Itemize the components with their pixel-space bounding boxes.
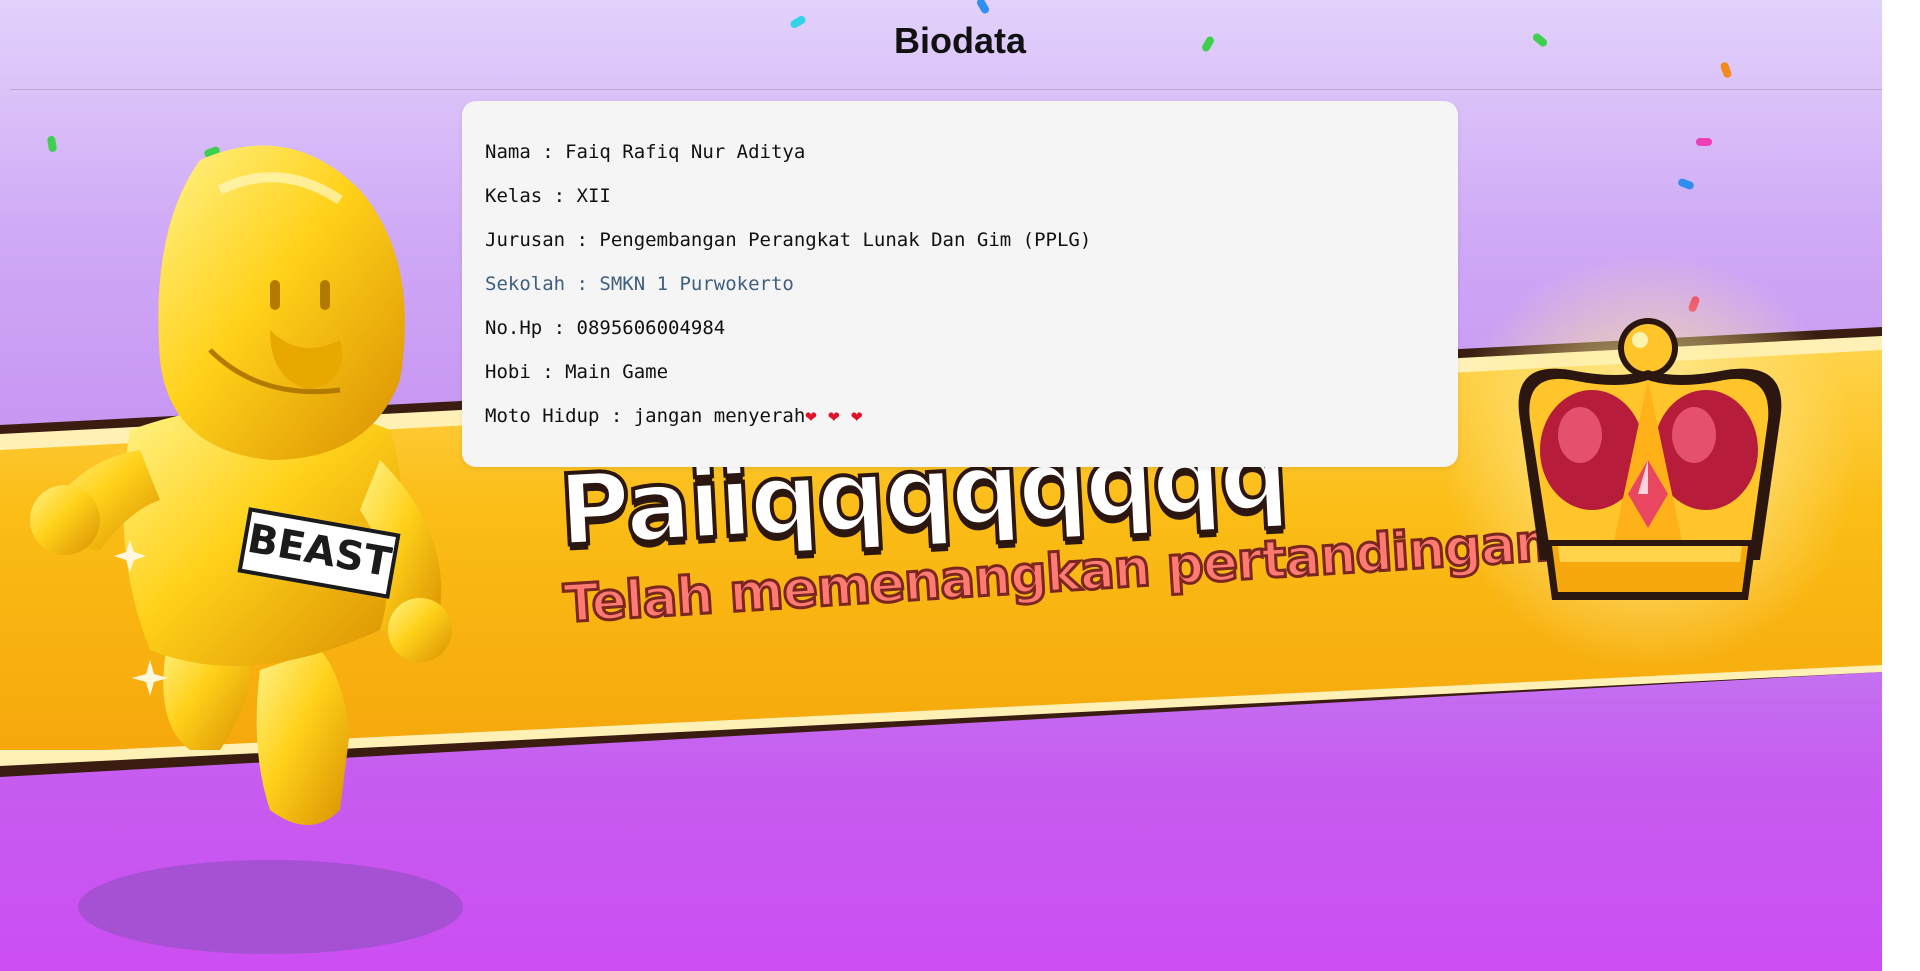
confetti [1696, 138, 1712, 146]
moto-line: Moto Hidup : jangan menyerah❤ ❤ ❤ [485, 405, 863, 427]
golden-character-image [30, 145, 452, 825]
hobi-line: Hobi : Main Game [485, 361, 669, 383]
nohp-line: No.Hp : 0895606004984 [485, 317, 726, 339]
heart-icon: ❤ ❤ ❤ [805, 405, 863, 427]
confetti [1677, 177, 1695, 191]
nama-line: Nama : Faiq Rafiq Nur Aditya [485, 141, 806, 163]
confetti [1719, 61, 1733, 79]
kelas-line: Kelas : XII [485, 185, 611, 207]
page-title: Biodata [893, 20, 1026, 61]
jurusan-line: Jurusan : Pengembangan Perangkat Lunak D… [485, 229, 1092, 251]
crown-icon [1518, 318, 1782, 600]
biodata-card: Nama : Faiq Rafiq Nur Aditya Kelas : XII… [462, 101, 1458, 467]
right-edge-strip [1882, 0, 1920, 971]
moto-text: Moto Hidup : jangan menyerah [485, 405, 806, 427]
confetti [975, 0, 991, 15]
sekolah-link[interactable]: Sekolah : SMKN 1 Purwokerto [485, 273, 794, 295]
title-divider [10, 89, 1882, 90]
character-shadow [78, 860, 463, 954]
